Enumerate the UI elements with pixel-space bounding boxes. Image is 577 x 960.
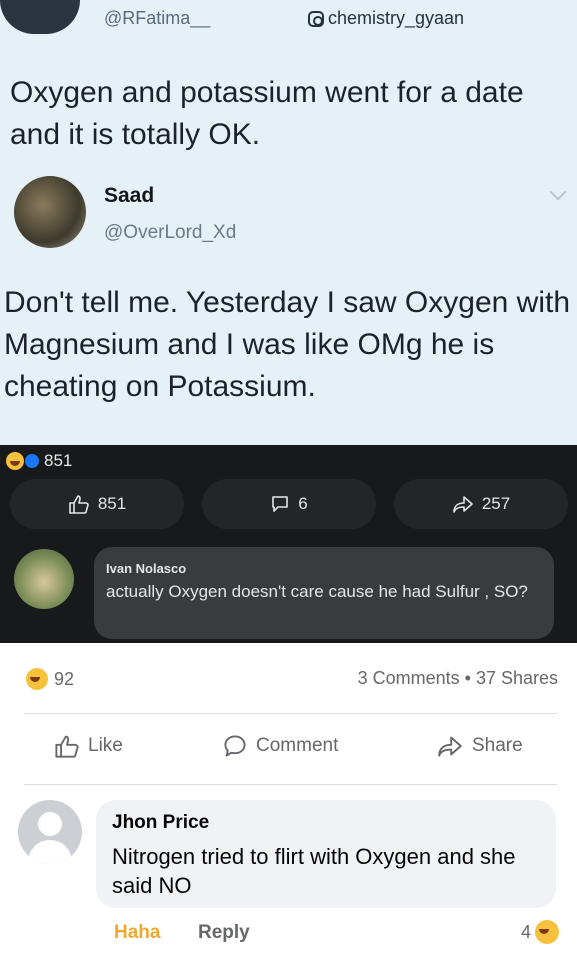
dark-share-button[interactable]: 257 [394, 479, 568, 529]
watermark: chemistry_gyaan [308, 8, 464, 29]
chevron-down-icon[interactable] [549, 183, 567, 201]
like-button[interactable]: Like [54, 734, 123, 758]
comment-author-avatar[interactable] [18, 800, 82, 864]
dark-reaction-count: 851 [44, 451, 73, 470]
commenter-avatar[interactable] [14, 549, 74, 609]
share-icon [453, 496, 473, 513]
haha-reaction-button[interactable]: Haha [114, 922, 160, 944]
instagram-icon [308, 10, 324, 27]
commenter-name[interactable]: Ivan Nolasco [106, 561, 542, 576]
reply-author-avatar[interactable] [14, 176, 86, 248]
divider [24, 713, 557, 714]
dark-comment-button[interactable]: 6 [202, 479, 376, 529]
author-handle[interactable]: @RFatima__ [104, 8, 210, 29]
post-reactions[interactable]: 92 [26, 668, 74, 690]
dark-share-count: 257 [481, 494, 511, 513]
comments-shares-count[interactable]: 3 Comments • 37 Shares [358, 668, 558, 689]
share-button[interactable]: Share [436, 734, 523, 758]
comment-icon [272, 496, 289, 512]
thumbs-up-icon [69, 495, 89, 514]
comment-reaction-count[interactable]: 4 [521, 920, 559, 944]
haha-emoji-icon [535, 920, 559, 944]
haha-emoji-icon [26, 668, 48, 690]
comment-button[interactable]: Comment [222, 734, 338, 758]
tweet-text: Oxygen and potassium went for a date and… [10, 76, 524, 151]
divider [24, 784, 557, 785]
like-label: Like [88, 735, 123, 756]
post-stats: 92 3 Comments • 37 Shares [0, 660, 577, 696]
like-emoji-icon [24, 453, 40, 469]
dark-comment-bubble: Ivan Nolasco actually Oxygen doesn't car… [94, 547, 554, 639]
thumbs-up-icon [55, 735, 79, 758]
haha-emoji-icon [6, 452, 24, 470]
comment-text: actually Oxygen doesn't care cause he ha… [106, 582, 528, 601]
dark-post-screenshot: 851 851 6 257 Ivan Nolasco actually Oxyg… [0, 445, 577, 643]
share-icon [438, 736, 462, 757]
watermark-text: chemistry_gyaan [328, 8, 465, 28]
author-avatar[interactable] [0, 0, 80, 34]
reply-tweet-text: Don't tell me. Yesterday I saw Oxygen wi… [4, 286, 571, 403]
tweet-screenshot: @RFatima__ chemistry_gyaan Oxygen and po… [0, 0, 577, 445]
dark-reactions[interactable]: 851 [6, 451, 72, 471]
comment-actions: Haha Reply 4 [0, 920, 577, 952]
comment-body: Nitrogen tried to flirt with Oxygen and … [112, 844, 516, 898]
dark-like-count: 851 [97, 494, 127, 513]
comment-label: Comment [256, 735, 339, 756]
comment-icon [224, 735, 246, 757]
dark-like-button[interactable]: 851 [10, 479, 184, 529]
reply-button[interactable]: Reply [198, 922, 250, 944]
comment-reaction-number: 4 [520, 921, 531, 942]
dark-comment-count: 6 [298, 494, 308, 513]
comment-author-name[interactable]: Jhon Price [112, 812, 540, 834]
reply-author-name[interactable]: Saad [104, 184, 154, 208]
share-label: Share [472, 735, 523, 756]
comment-bubble: Jhon Price Nitrogen tried to flirt with … [96, 800, 556, 908]
reply-author-handle[interactable]: @OverLord_Xd [104, 222, 236, 244]
post-reaction-count: 92 [54, 668, 75, 689]
action-bar: Like Comment Share [0, 724, 577, 774]
